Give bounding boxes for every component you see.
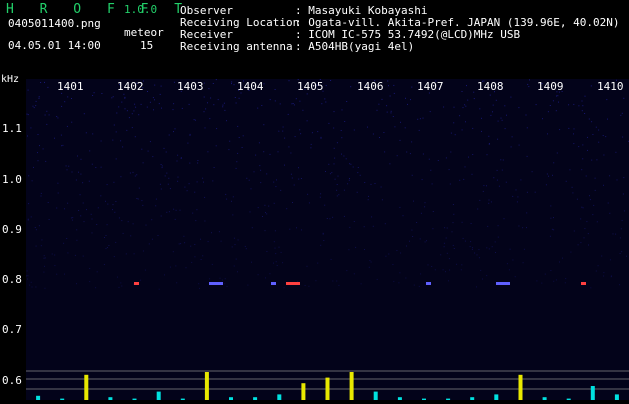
meteor-echo [286,282,300,285]
y-tick-label: 1.0 [2,173,22,186]
meteor-echo [271,282,276,285]
x-tick-label: 1410 [597,80,624,93]
y-tick-label: 0.6 [2,374,22,387]
meteor-count: 15 [140,39,154,52]
activity-bar [277,394,282,400]
info-key-antenna: Receiving antenna [180,40,293,53]
activity-bar [518,374,523,400]
activity-bar [325,377,330,400]
x-tick-label: 1403 [177,80,204,93]
activity-bar [156,391,161,400]
y-tick-label: 0.9 [2,223,22,236]
activity-bar [84,374,89,400]
x-tick-label: 1407 [417,80,444,93]
y-tick-label: 0.7 [2,323,22,336]
file-name: 0405011400.png [8,17,101,30]
spectrogram-plot [26,79,629,400]
frequency-unit: kHz [1,74,20,85]
meteor-label: meteor [124,26,164,39]
activity-bar [36,395,41,400]
activity-bar [301,383,306,400]
app-version: 1.0.0 [124,3,158,16]
meteor-echo [426,282,431,285]
x-tick-label: 1402 [117,80,144,93]
y-tick-label: 0.8 [2,273,22,286]
meteor-echo [581,282,586,285]
meteor-echo [134,282,139,285]
x-tick-label: 1404 [237,80,264,93]
y-tick-label: 1.1 [2,122,22,135]
meteor-echo [496,282,510,285]
activity-bar [373,391,378,400]
spectrogram-svg [26,79,629,400]
file-datetime: 04.05.01 14:00 [8,39,101,52]
app-logo: H R O F F T [6,2,192,17]
info-value-antenna: : A504HB(yagi 4el) [295,40,415,53]
x-tick-label: 1408 [477,80,504,93]
activity-bar [494,394,499,400]
activity-bar [204,372,209,400]
x-tick-label: 1409 [537,80,564,93]
activity-bar [614,394,619,400]
x-tick-label: 1406 [357,80,384,93]
meteor-echo [209,282,223,285]
activity-bar [349,372,354,400]
activity-bar [590,386,595,400]
x-tick-label: 1401 [57,80,84,93]
x-tick-label: 1405 [297,80,324,93]
